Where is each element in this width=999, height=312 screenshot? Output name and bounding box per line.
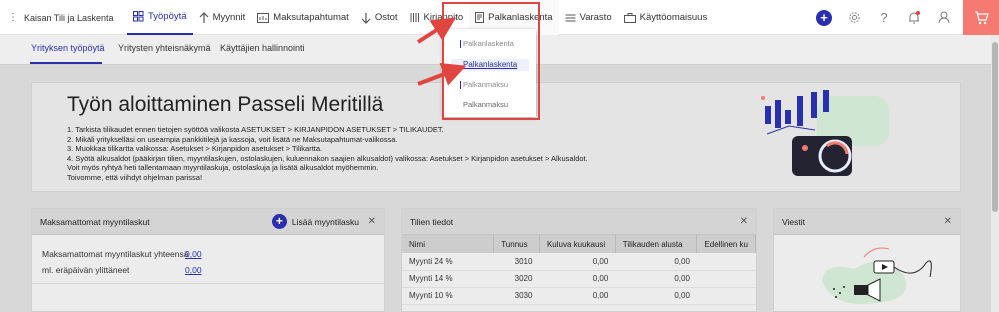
annotation-arrows: [416, 17, 467, 86]
